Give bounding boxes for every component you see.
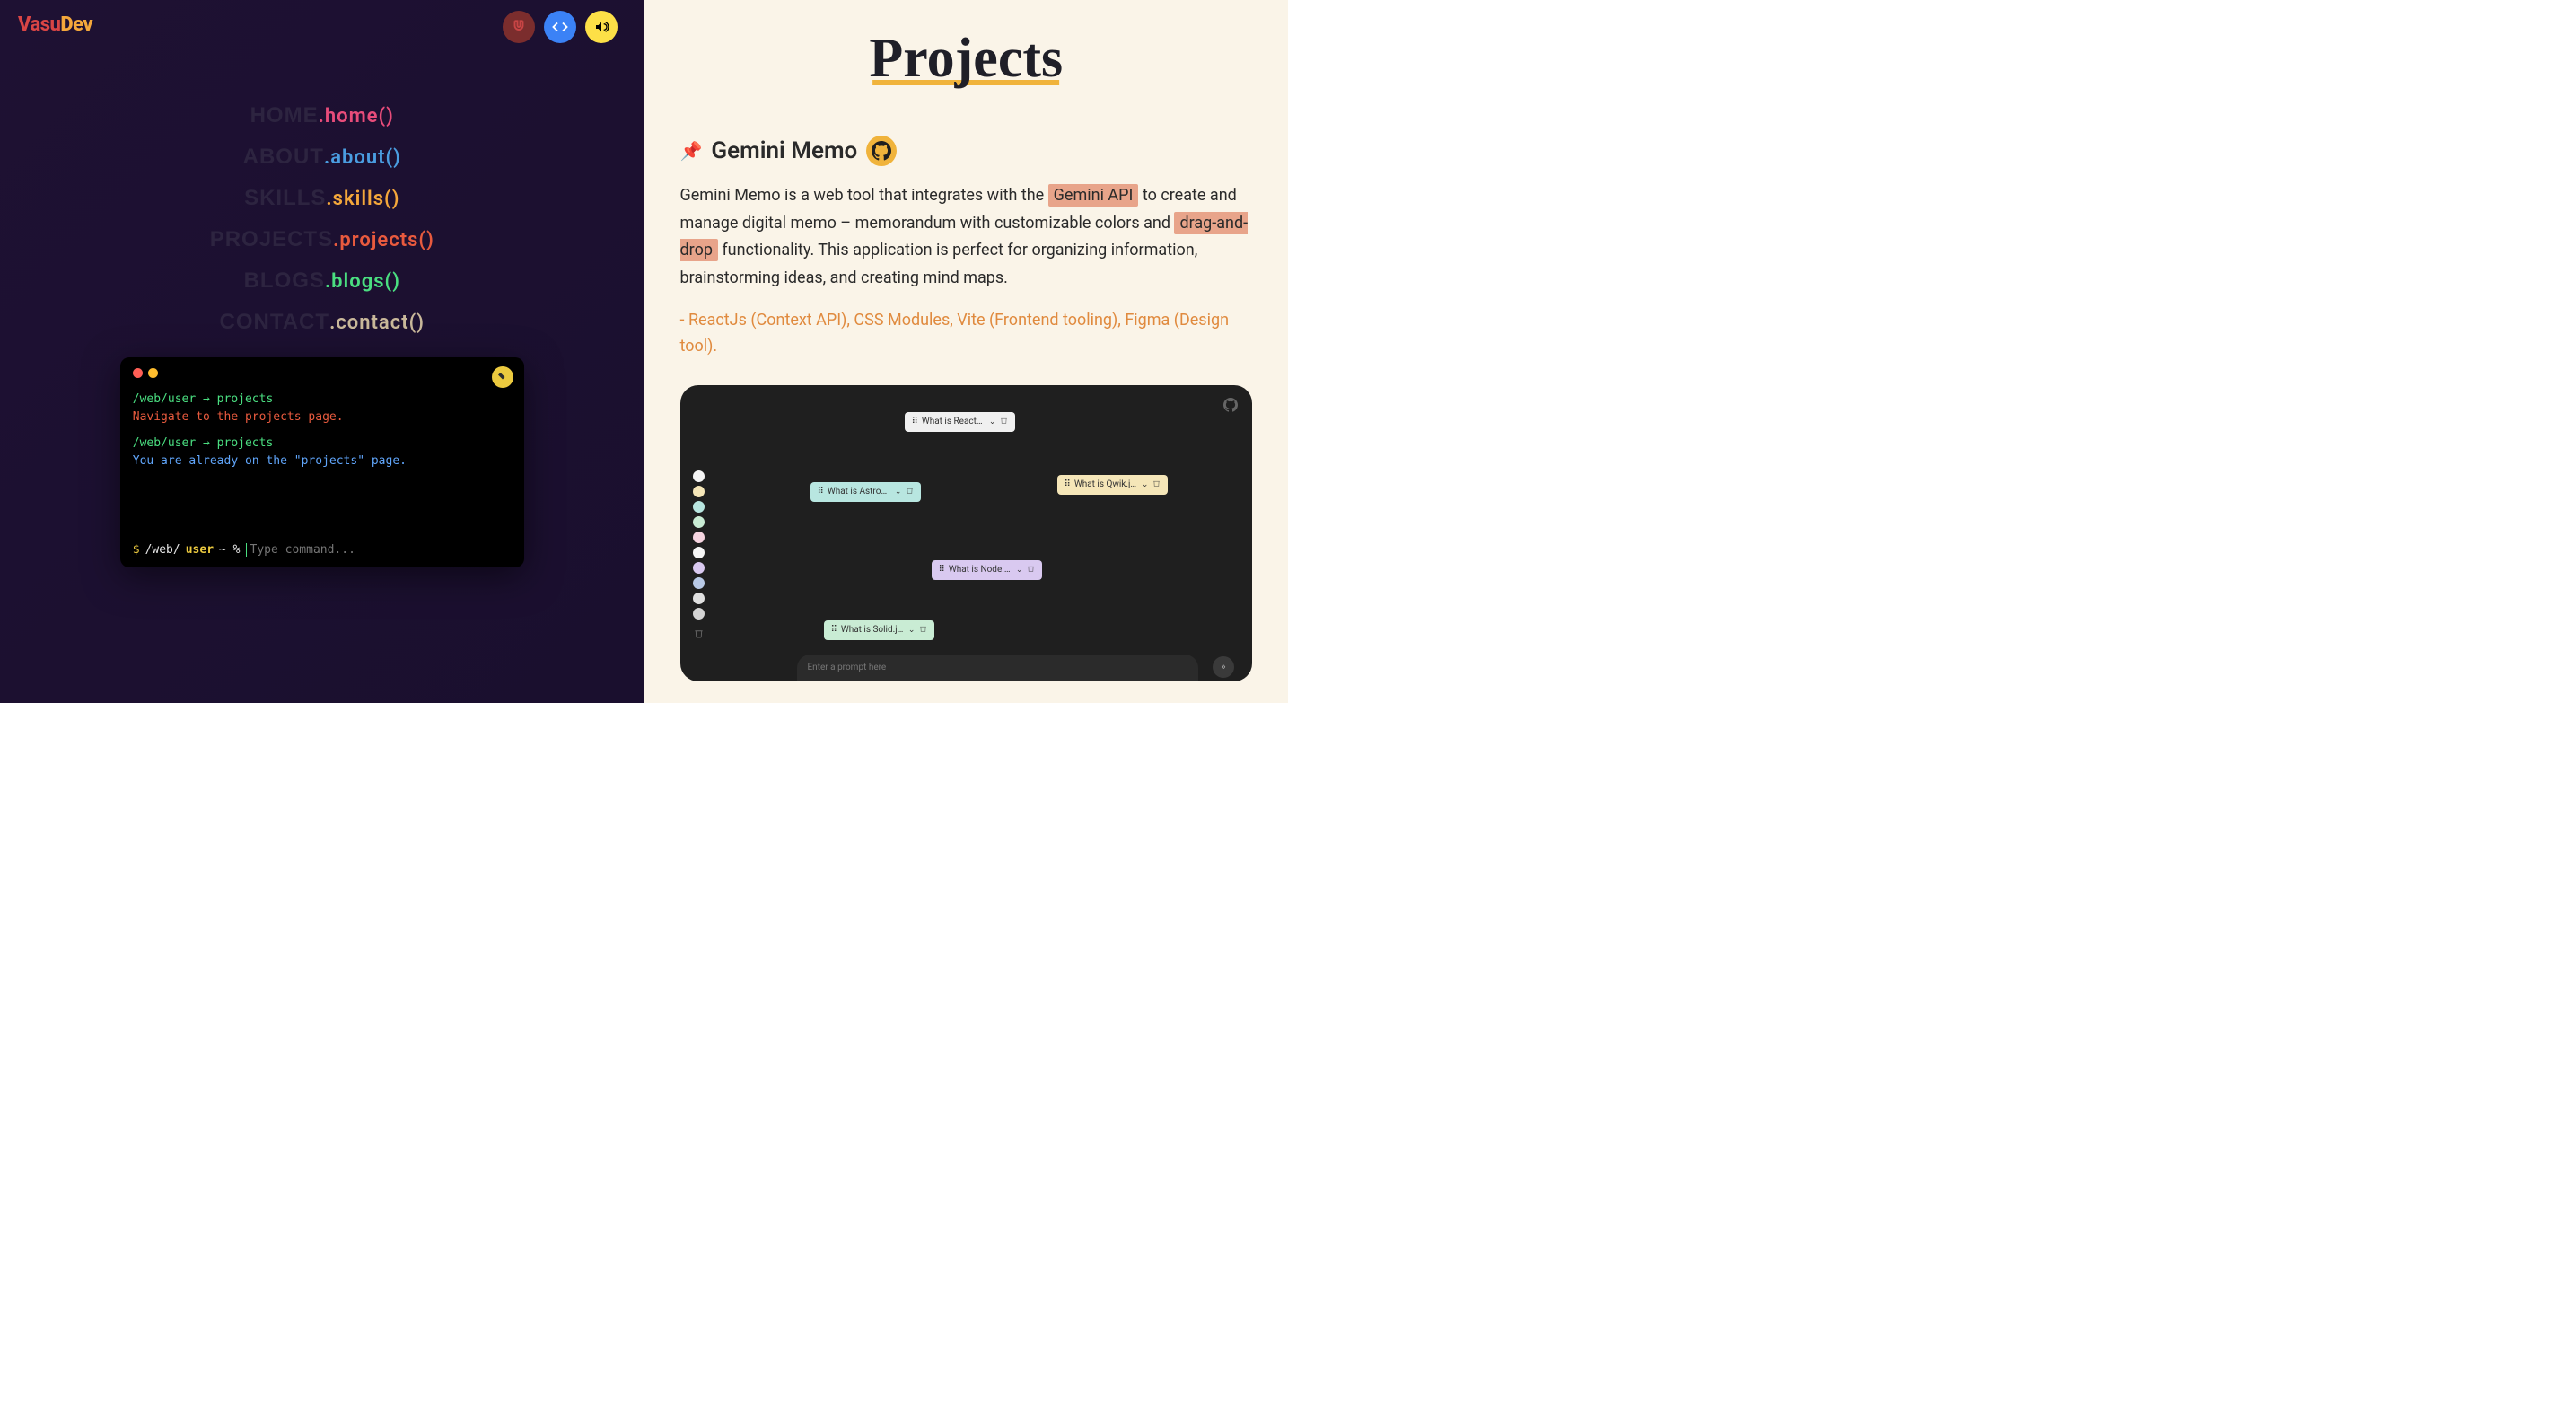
memo-github-icon[interactable]: [1223, 398, 1238, 416]
nav-item-contact[interactable]: CONTACT.contact(): [220, 310, 425, 335]
term-prompt: /web/user →: [133, 392, 217, 406]
nav-method: .about(): [324, 146, 401, 169]
pin-icon: 📌: [680, 140, 703, 162]
trash-icon[interactable]: [1152, 479, 1161, 490]
palette-color[interactable]: [693, 470, 705, 482]
trash-icon[interactable]: [919, 625, 927, 636]
github-link[interactable]: [866, 136, 897, 166]
term-path: /web/: [145, 543, 180, 557]
nav-item-skills[interactable]: SKILLS.skills(): [244, 186, 399, 211]
palette-color[interactable]: [693, 608, 705, 620]
project-name: Gemini Memo: [711, 137, 857, 164]
page-title: Projects: [869, 27, 1063, 91]
term-response: Navigate to the projects page.: [133, 409, 512, 426]
drag-handle-icon[interactable]: ⠿: [939, 565, 944, 575]
memo-text: What is Node.js...: [949, 565, 1012, 575]
nav-label: ABOUT: [243, 145, 324, 170]
memo-card[interactable]: ⠿ What is Node.js... ⌄: [932, 560, 1043, 580]
term-cmd: projects: [217, 436, 274, 450]
nav-item-home[interactable]: HOME.home(): [250, 103, 394, 128]
memo-preview: ⠿What is React.j...⌄⠿What is Astro?...⌄⠿…: [680, 385, 1253, 681]
terminal-min-dot[interactable]: [148, 368, 158, 378]
left-panel: VasuDev HOME.home() ABOUT.about() SKILLS.s…: [0, 0, 644, 703]
chevron-down-icon[interactable]: ⌄: [1142, 480, 1149, 489]
chevron-down-icon[interactable]: ⌄: [908, 626, 916, 635]
project-description: Gemini Memo is a web tool that integrate…: [680, 182, 1253, 292]
nav-item-about[interactable]: ABOUT.about(): [243, 145, 401, 170]
magnet-icon[interactable]: [503, 11, 535, 43]
palette-color[interactable]: [693, 593, 705, 604]
nav-label: PROJECTS: [210, 227, 333, 252]
memo-card[interactable]: ⠿ What is Solid.j... ⌄: [824, 620, 935, 640]
nav-label: SKILLS: [244, 186, 326, 211]
memo-card[interactable]: ⠿ What is Astro?... ⌄: [810, 482, 922, 502]
project-header: 📌 Gemini Memo: [680, 136, 1253, 166]
memo-text: What is React.j...: [922, 417, 985, 426]
trash-icon[interactable]: [906, 487, 914, 497]
terminal: /web/user → projects Navigate to the pro…: [120, 357, 524, 567]
term-prompt: /web/user →: [133, 436, 217, 450]
color-palette: [693, 470, 705, 641]
logo-part1: Vasu: [18, 13, 60, 36]
nav-label: CONTACT: [220, 310, 330, 335]
chevron-down-icon[interactable]: ⌄: [1016, 566, 1023, 575]
trash-icon[interactable]: [1027, 565, 1035, 576]
nav-label: BLOGS: [244, 268, 325, 294]
nav-method: .projects(): [333, 229, 434, 251]
term-dollar: $: [133, 543, 140, 557]
memo-text: What is Solid.j...: [841, 625, 904, 635]
code-icon[interactable]: [544, 11, 576, 43]
terminal-close-dot[interactable]: [133, 368, 143, 378]
memo-text: What is Astro?...: [828, 487, 890, 496]
palette-color[interactable]: [693, 486, 705, 497]
highlight-gemini: Gemini API: [1048, 184, 1139, 207]
terminal-body: /web/user → projects Navigate to the pro…: [133, 391, 512, 525]
terminal-clear-button[interactable]: [492, 366, 513, 388]
nav-label: HOME: [250, 103, 319, 128]
nav-item-blogs[interactable]: BLOGS.blogs(): [244, 268, 400, 294]
nav-method: .blogs(): [325, 270, 400, 293]
memo-prompt-input[interactable]: Enter a prompt here: [797, 655, 1199, 681]
drag-handle-icon[interactable]: ⠿: [818, 487, 823, 496]
term-user: user: [186, 543, 214, 557]
nav-menu: HOME.home() ABOUT.about() SKILLS.skills() P…: [18, 103, 626, 335]
right-panel: Projects 📌 Gemini Memo Gemini Memo is a …: [644, 0, 1289, 703]
chevron-down-icon[interactable]: ⌄: [989, 417, 996, 426]
nav-method: .home(): [319, 105, 394, 127]
term-cmd: projects: [217, 392, 274, 406]
memo-send-button[interactable]: »: [1213, 656, 1234, 678]
terminal-input[interactable]: [246, 543, 512, 557]
palette-color[interactable]: [693, 577, 705, 589]
nav-method: .skills(): [326, 188, 399, 210]
memo-card[interactable]: ⠿ What is Qwik.js... ⌄: [1057, 475, 1169, 495]
nav-item-projects[interactable]: PROJECTS.projects(): [210, 227, 434, 252]
nav-method: .contact(): [329, 312, 425, 334]
palette-trash-icon[interactable]: [693, 628, 705, 641]
palette-color[interactable]: [693, 547, 705, 558]
term-tilde: ~ %: [219, 543, 240, 557]
terminal-header: [133, 368, 512, 378]
tech-stack: - ReactJs (Context API), CSS Modules, Vi…: [680, 308, 1253, 360]
chevron-down-icon[interactable]: ⌄: [895, 488, 902, 496]
palette-color[interactable]: [693, 532, 705, 543]
drag-handle-icon[interactable]: ⠿: [912, 417, 917, 426]
drag-handle-icon[interactable]: ⠿: [831, 625, 837, 635]
desc-text: functionality. This application is perfe…: [680, 241, 1198, 287]
top-icons: [503, 11, 618, 43]
memo-card[interactable]: ⠿ What is React.j... ⌄: [905, 412, 1016, 432]
palette-color[interactable]: [693, 501, 705, 513]
palette-color[interactable]: [693, 562, 705, 574]
memo-text: What is Qwik.js...: [1074, 479, 1137, 489]
trash-icon[interactable]: [1000, 417, 1008, 427]
memo-placeholder: Enter a prompt here: [808, 663, 887, 672]
drag-handle-icon[interactable]: ⠿: [1065, 479, 1070, 489]
palette-color[interactable]: [693, 516, 705, 528]
desc-text: Gemini Memo is a web tool that integrate…: [680, 186, 1048, 205]
sound-icon[interactable]: [585, 11, 618, 43]
logo-part2: Dev: [60, 13, 92, 36]
terminal-input-row: $ /web/user ~ %: [133, 543, 512, 557]
term-response: You are already on the "projects" page.: [133, 453, 512, 470]
